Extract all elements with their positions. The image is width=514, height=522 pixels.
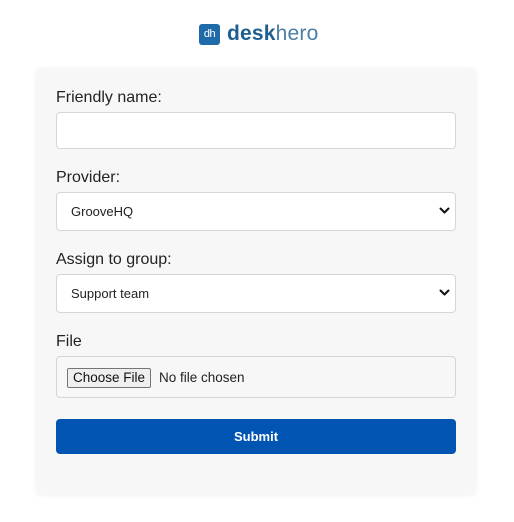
brand-logo: dh deskhero (199, 22, 319, 46)
file-input: Choose File No file chosen (56, 356, 456, 398)
provider-label: Provider: (56, 169, 121, 186)
brand-name-hero: hero (275, 22, 319, 45)
assign-group-label: Assign to group: (56, 251, 172, 268)
provider-select[interactable]: GrooveHQ (56, 192, 456, 231)
friendly-name-input[interactable] (56, 112, 456, 149)
group-selected-value: Support team (71, 286, 150, 301)
import-form-card: Friendly name: Provider: GrooveHQ Assign… (36, 68, 476, 494)
provider-selected-value: GrooveHQ (71, 204, 134, 219)
chevron-down-icon (439, 289, 450, 296)
file-label: File (56, 333, 82, 350)
choose-file-button[interactable]: Choose File (67, 368, 152, 388)
brand-name-desk: desk (227, 22, 276, 45)
chevron-down-icon (439, 207, 450, 214)
file-status-text: No file chosen (159, 370, 245, 385)
logo-mark-icon: dh (199, 23, 220, 45)
friendly-name-label: Friendly name: (56, 89, 162, 106)
group-select[interactable]: Support team (56, 274, 456, 313)
brand-name: deskhero (227, 22, 319, 46)
submit-button[interactable]: Submit (56, 419, 456, 454)
